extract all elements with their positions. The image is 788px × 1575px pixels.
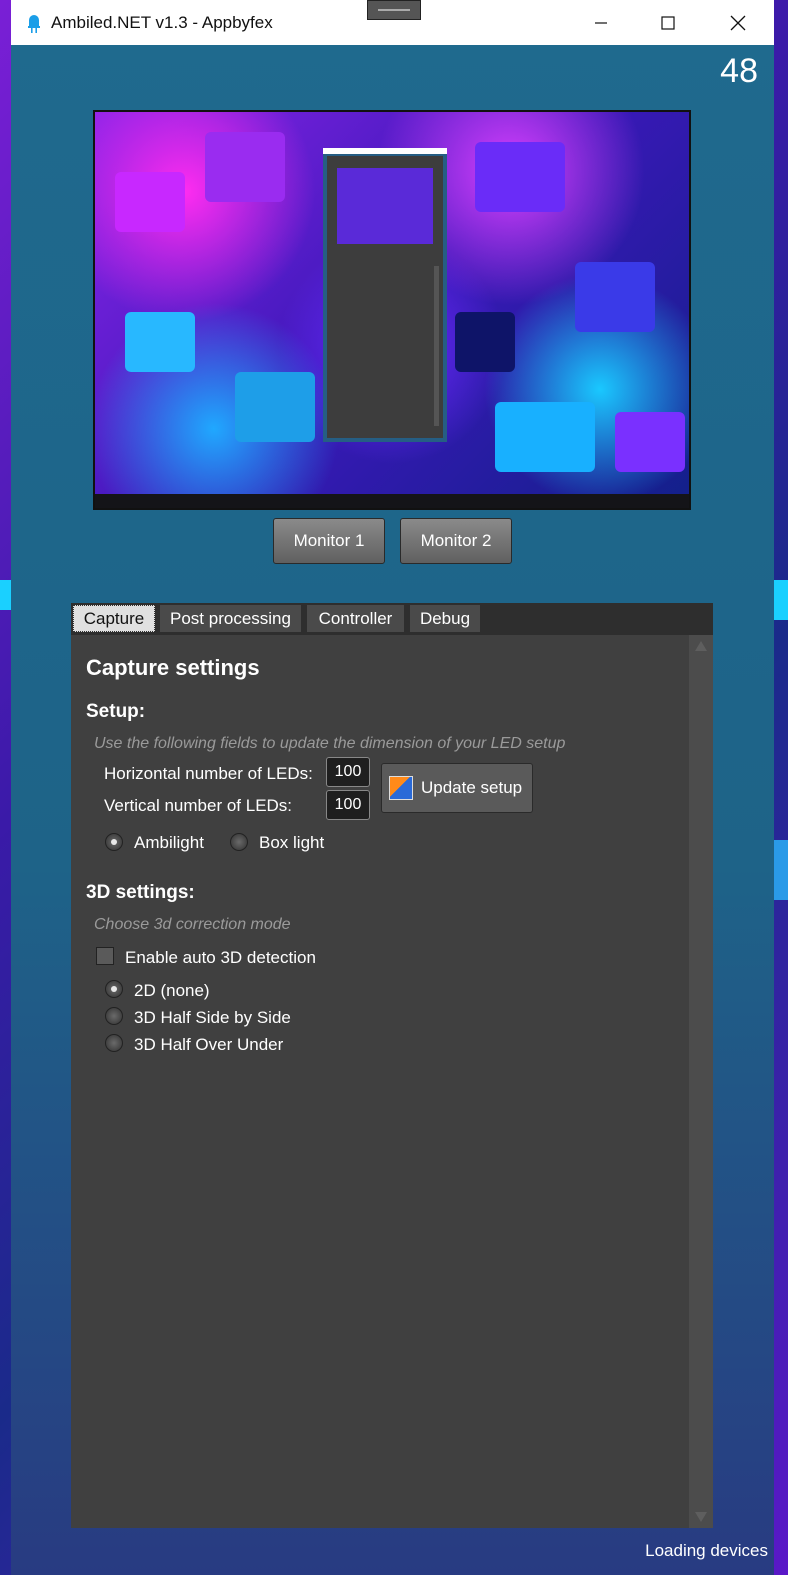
capture-settings-title: Capture settings	[86, 655, 260, 680]
minimize-icon	[595, 21, 607, 24]
scroll-down-arrow-icon[interactable]	[695, 1512, 707, 1522]
monitor-1-button[interactable]: Monitor 1	[273, 518, 385, 564]
desktop-accent	[774, 580, 788, 620]
setup-hint: Use the following fields to update the d…	[94, 735, 566, 752]
panel-scrollbar[interactable]	[689, 635, 713, 1528]
box-light-label: Box light	[259, 833, 325, 852]
update-setup-button[interactable]: Update setup	[381, 763, 533, 813]
mode-2d-label: 2D (none)	[134, 981, 210, 1000]
preview-taskbar	[95, 494, 689, 508]
preview-app-window	[323, 148, 447, 442]
update-setup-label: Update setup	[421, 778, 523, 797]
preview-shape	[575, 262, 655, 332]
vertical-leds-label: Vertical number of LEDs:	[104, 796, 293, 815]
vertical-leds-input[interactable]: 100	[326, 790, 370, 820]
update-setup-icon	[389, 776, 413, 800]
monitor-2-button[interactable]: Monitor 2	[400, 518, 512, 564]
preview-shape	[615, 412, 685, 472]
maximize-icon	[661, 15, 675, 30]
preview-shape	[475, 142, 565, 212]
preview-shape	[115, 172, 185, 232]
horizontal-leds-input[interactable]: 100	[326, 757, 370, 787]
auto-3d-checkbox[interactable]	[96, 947, 114, 965]
close-button[interactable]	[708, 0, 768, 45]
window-title: Ambiled.NET v1.3 - Appbyfex	[51, 13, 273, 32]
auto-3d-label: Enable auto 3D detection	[125, 948, 316, 967]
3d-settings-hint: Choose 3d correction mode	[94, 916, 291, 933]
screen-preview	[93, 110, 691, 510]
preview-app-thumb	[337, 168, 433, 244]
status-text: Loading devices	[645, 1541, 768, 1560]
capture-panel: Capture settings Setup: Use the followin…	[71, 635, 713, 1528]
fps-counter: 48	[720, 52, 758, 90]
maximize-button[interactable]	[638, 0, 698, 45]
preview-shape	[455, 312, 515, 372]
mode-ou-radio[interactable]	[105, 1034, 123, 1052]
preview-app-titlebar	[323, 148, 447, 154]
scroll-up-arrow-icon[interactable]	[695, 641, 707, 651]
preview-shape	[235, 372, 315, 442]
box-light-radio[interactable]	[230, 833, 248, 851]
setup-heading: Setup:	[86, 701, 146, 722]
mode-sbs-label: 3D Half Side by Side	[134, 1008, 291, 1027]
mode-ou-label: 3D Half Over Under	[134, 1035, 284, 1054]
3d-settings-heading: 3D settings:	[86, 882, 195, 903]
tab-debug[interactable]: Debug	[410, 605, 480, 632]
tab-controller[interactable]: Controller	[307, 605, 404, 632]
desktop-accent	[0, 580, 11, 610]
desktop-accent	[774, 840, 788, 900]
preview-app-scrollbar	[434, 266, 439, 426]
tab-post-processing[interactable]: Post processing	[160, 605, 301, 632]
app-window: Ambiled.NET v1.3 - Appbyfex 48 Monitor 1…	[11, 0, 774, 1575]
title-bar[interactable]: Ambiled.NET v1.3 - Appbyfex	[11, 0, 774, 45]
preview-shape	[125, 312, 195, 372]
close-icon	[730, 15, 746, 30]
ambilight-label: Ambilight	[134, 833, 204, 852]
mode-sbs-radio[interactable]	[105, 1007, 123, 1025]
horizontal-leds-label: Horizontal number of LEDs:	[104, 764, 313, 783]
snap-layout-handle[interactable]	[367, 0, 421, 20]
minimize-button[interactable]	[571, 0, 631, 45]
mode-2d-radio[interactable]	[105, 980, 123, 998]
tab-capture[interactable]: Capture	[73, 605, 155, 632]
led-bulb-icon	[28, 15, 40, 33]
tab-bar: Capture Post processing Controller Debug	[71, 603, 713, 635]
preview-shape	[205, 132, 285, 202]
ambilight-radio[interactable]	[105, 833, 123, 851]
preview-shape	[495, 402, 595, 472]
